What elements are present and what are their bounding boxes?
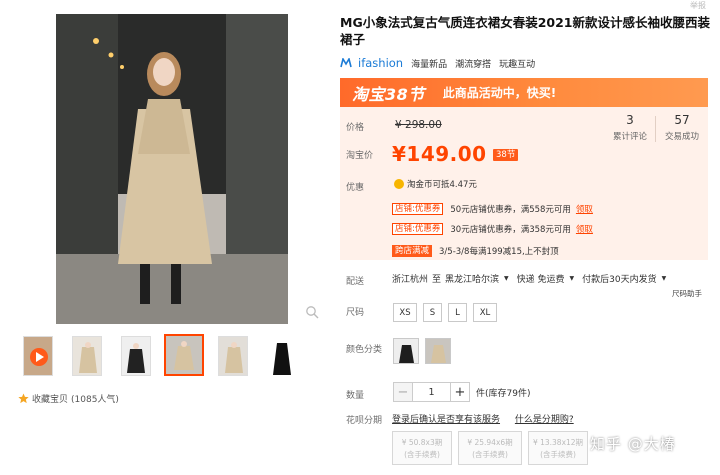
thumbnail-1[interactable] [72,336,102,376]
cross-store-text: 3/5-3/8每满199减15,上不封顶 [439,247,559,257]
collect-count: (1085人气) [71,395,119,405]
stat-divider [655,116,656,142]
coin-text: 淘金币可抵4.47元 [407,180,477,190]
coin-icon [394,179,404,189]
quantity-stepper: − 1 + 件(库存79件) [393,382,530,402]
coupon-2: 店铺:优惠券 30元店铺优惠券，满358元可用 领取 [392,223,593,235]
quantity-input[interactable]: 1 [413,382,450,402]
delivery-row: 浙江杭州 至 黑龙江哈尔滨 ▼ 快递 免运费 ▼ 付款后30天内发货 ▼ [392,272,674,285]
ifashion-brand-name: ifashion [358,56,404,70]
plan-3-fee: (含手续费) [404,450,440,459]
cross-store-discount: 跨店满减 3/5-3/8每满199减15,上不封顶 [392,245,559,257]
coupon-1-text: 50元店铺优惠券，满558元可用 [450,205,571,215]
color-options [393,338,451,364]
coupon-2-claim-link[interactable]: 领取 [576,223,593,235]
review-count-stat[interactable]: 3 累计评论 [612,113,648,142]
cross-store-tag: 跨店满减 [392,245,433,257]
taojinbi-offer: 淘金币可抵4.47元 [394,178,477,190]
coupon-1-tag: 店铺:优惠券 [392,203,444,215]
installment-info: 登录后确认是否享有该服务 什么是分期购? [392,412,574,425]
size-helper-link[interactable]: 尺码助手 [672,288,702,299]
installment-plan-12[interactable]: ¥ 13.38x12期 (含手续费) [528,431,588,465]
plan-6-amount: ¥ 25.94x6期 [467,438,513,447]
thumbnail-2[interactable] [121,336,151,376]
installment-label: 花呗分期 [346,416,383,426]
review-count-label: 累计评论 [612,132,647,142]
stock-count: 件(库存79件) [476,388,531,399]
sales-count: 57 [674,113,690,127]
installment-plan-3[interactable]: ¥ 50.8x3期 (含手续费) [392,431,452,465]
installment-login-link[interactable]: 登录后确认是否享有该服务 [392,415,500,425]
thumbnail-video[interactable] [23,336,53,376]
plan-3-amount: ¥ 50.8x3期 [401,438,443,447]
product-photo [56,14,288,324]
color-label: 颜色分类 [346,345,383,355]
shipping-dropdown-icon[interactable]: ▼ [570,275,575,282]
ifashion-logo-icon [340,58,352,68]
brand-tag-3: 玩趣互动 [499,59,536,70]
ship-from: 浙江杭州 [392,275,429,285]
shipping-fee[interactable]: 快递 免运费 [517,272,565,285]
ship-to-location[interactable]: 黑龙江哈尔滨 [445,272,499,285]
coupon-1: 店铺:优惠券 50元店铺优惠券，满558元可用 领取 [392,203,593,215]
quantity-decrease-button[interactable]: − [393,382,413,402]
color-option-beige[interactable] [425,338,451,364]
plan-12-amount: ¥ 13.38x12期 [532,438,584,447]
delivery-label: 配送 [346,277,365,287]
thumbnail-5[interactable] [266,336,296,376]
ship-to-prefix: 至 [432,275,442,285]
review-count: 3 [626,113,634,127]
original-price: ¥ 298.00 [395,119,442,131]
zhihu-watermark: 知乎 @大椿 [590,435,676,453]
thumbnail-4[interactable] [218,336,248,376]
zoom-icon[interactable] [305,305,319,319]
video-play-icon [24,337,52,375]
plan-6-fee: (含手续费) [472,450,508,459]
size-option-xs[interactable]: XS [393,303,417,322]
coupon-2-tag: 店铺:优惠券 [392,223,444,235]
ifashion-brand-bar[interactable]: ifashion 海量新品 潮流穿搭 玩趣互动 [340,56,535,70]
sales-count-stat[interactable]: 57 交易成功 [662,113,702,142]
collect-item-button[interactable]: 收藏宝贝 (1085人气) [18,392,119,405]
star-icon [18,393,29,404]
current-price: ¥149.00 [392,142,487,166]
price-38-badge: 38节 [493,149,519,161]
plan-12-fee: (含手续费) [540,450,576,459]
thumbnail-3-selected[interactable] [164,334,204,376]
installment-help-link[interactable]: 什么是分期购? [515,415,574,425]
coupon-1-claim-link[interactable]: 领取 [576,203,593,215]
size-option-xl[interactable]: XL [473,303,497,322]
quantity-label: 数量 [346,391,365,401]
coupon-2-text: 30元店铺优惠券，满358元可用 [450,225,571,235]
promise-dropdown-icon[interactable]: ▼ [662,275,667,282]
size-option-l[interactable]: L [448,303,467,322]
report-link[interactable]: 举报 [690,0,706,11]
promo-banner[interactable]: 淘宝38节 此商品活动中，快买! [340,78,708,107]
size-option-s[interactable]: S [423,303,442,322]
size-label: 尺码 [346,308,365,318]
main-product-image[interactable] [56,14,288,324]
promo-message: 此商品活动中，快买! [442,86,557,100]
sales-count-label: 交易成功 [664,132,699,142]
color-option-black[interactable] [393,338,419,364]
price-label: 价格 [346,123,365,133]
size-options: XS S L XL [393,303,497,322]
location-dropdown-icon[interactable]: ▼ [504,275,509,282]
collect-label: 收藏宝贝 [32,395,69,405]
taobao-38-logo: 淘宝38节 [352,84,425,104]
installment-plan-6[interactable]: ¥ 25.94x6期 (含手续费) [458,431,522,465]
quantity-increase-button[interactable]: + [450,382,470,402]
brand-tag-2: 潮流穿搭 [455,59,492,70]
taobao-price-label: 淘宝价 [346,151,374,161]
brand-tag-1: 海量新品 [411,59,448,70]
ship-promise: 付款后30天内发货 [582,275,657,285]
offers-label: 优惠 [346,183,365,193]
product-title: MG小象法式复古气质连衣裙女春装2021新款设计感长袖收腰西装裙子 [340,15,710,47]
